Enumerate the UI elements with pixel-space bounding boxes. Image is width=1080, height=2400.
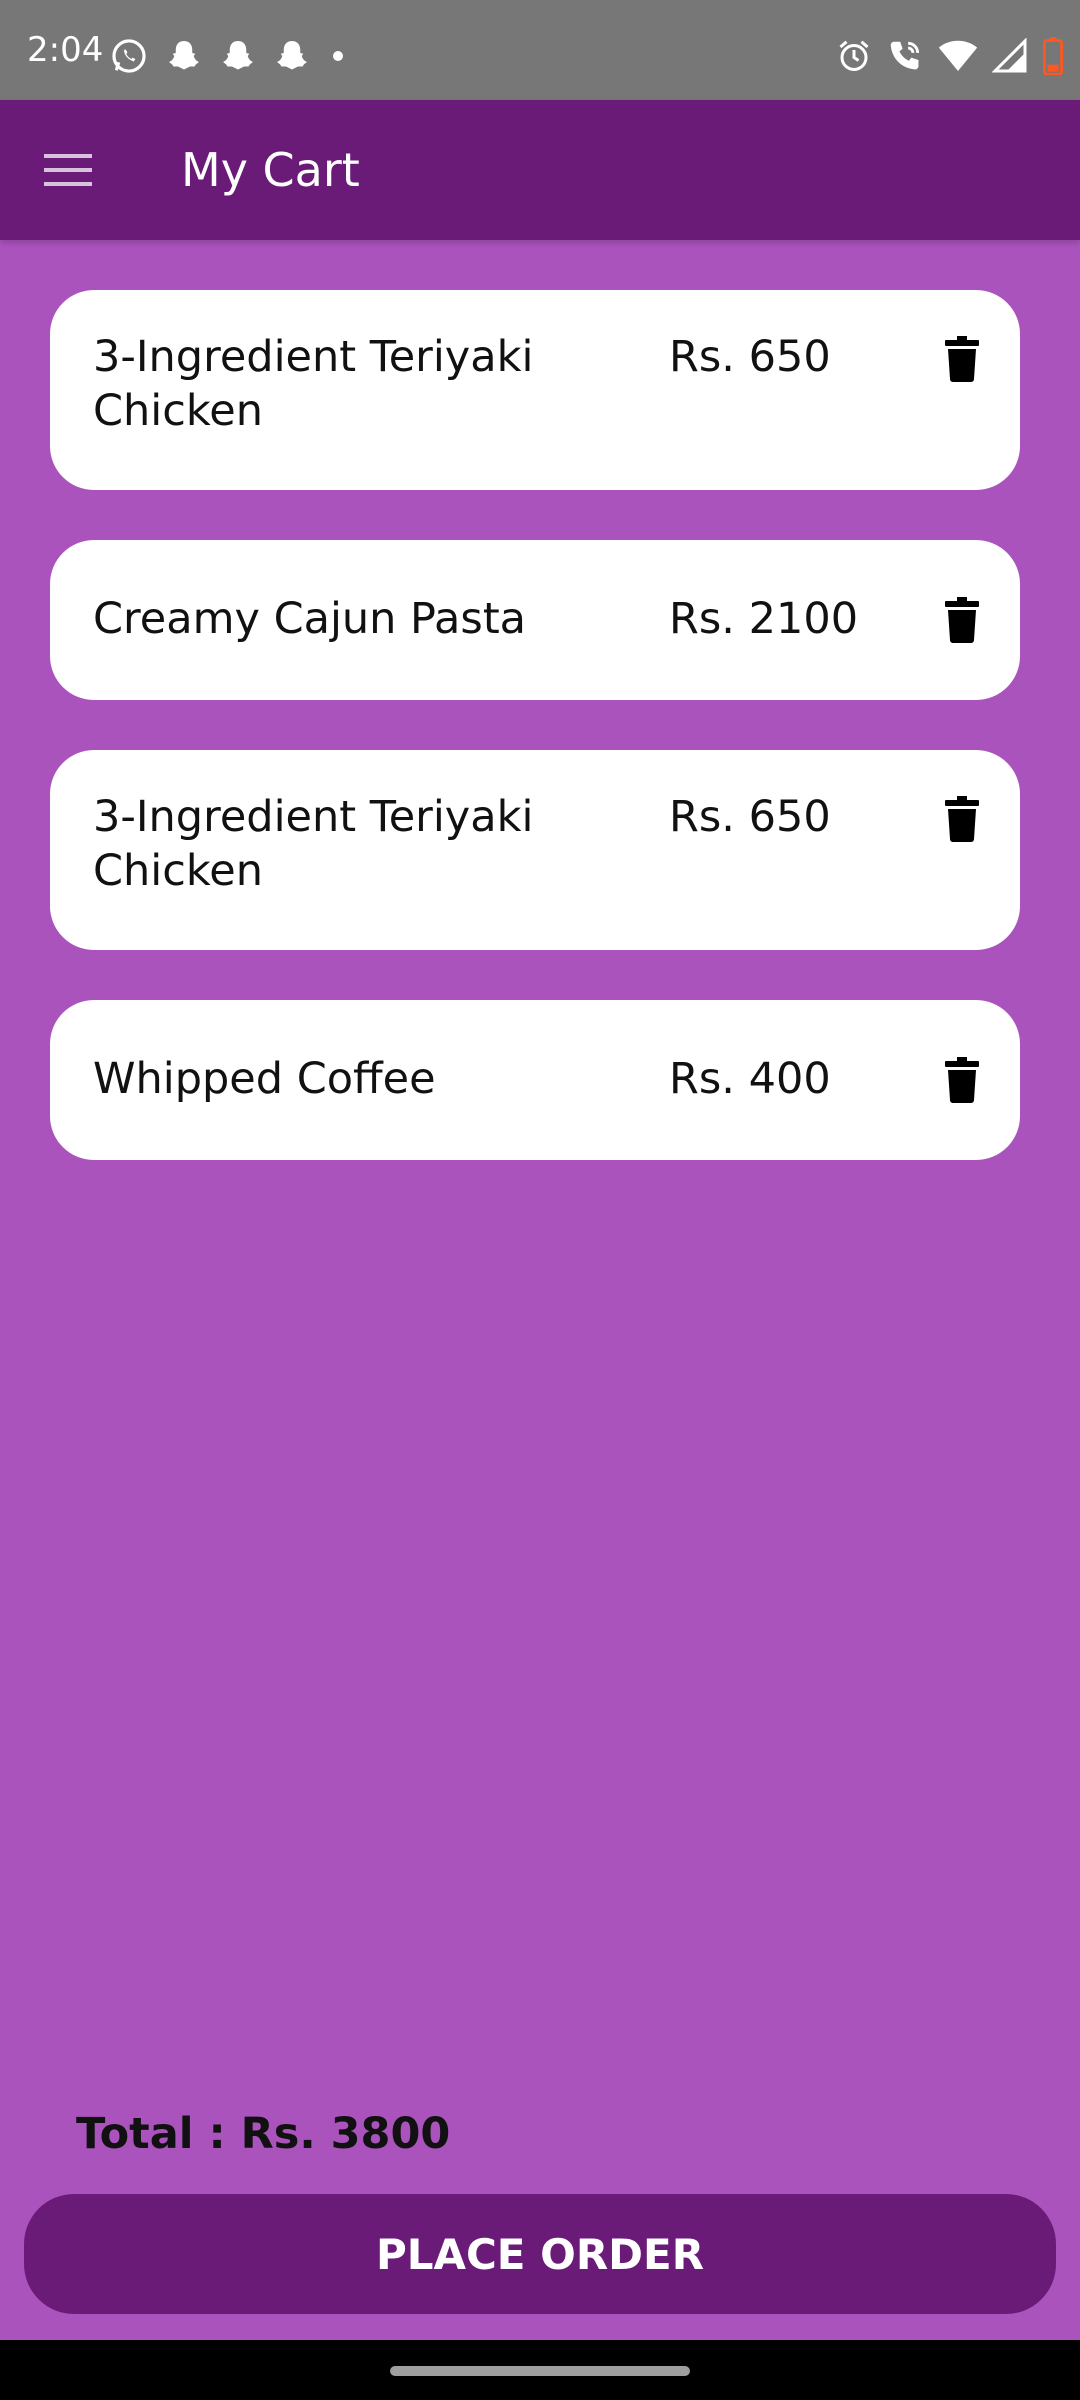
status-bar: 2:04	[0, 0, 1080, 100]
wifi-calling-icon	[886, 37, 924, 75]
page-title: My Cart	[181, 143, 360, 197]
trash-icon	[945, 597, 979, 643]
delete-item-button[interactable]	[930, 327, 994, 391]
place-order-button[interactable]: PLACE ORDER	[24, 2194, 1056, 2314]
battery-icon	[1042, 37, 1064, 75]
cart-item: 3-Ingredient Teriyaki Chicken Rs. 650	[50, 750, 1020, 950]
snapchat-icon	[274, 38, 310, 74]
wifi-icon	[938, 38, 978, 74]
delete-item-button[interactable]	[930, 588, 994, 652]
item-price: Rs. 2100	[669, 594, 859, 644]
cart-item: 3-Ingredient Teriyaki Chicken Rs. 650	[50, 290, 1020, 490]
status-time: 2:04	[27, 30, 104, 70]
system-icons	[836, 36, 1064, 76]
notification-icons	[110, 36, 348, 76]
snapchat-icon	[220, 38, 256, 74]
item-price: Rs. 400	[669, 1054, 831, 1104]
snapchat-icon	[166, 38, 202, 74]
item-name: 3-Ingredient Teriyaki Chicken	[93, 332, 534, 436]
cart-list: 3-Ingredient Teriyaki Chicken Rs. 650 Cr…	[50, 290, 1020, 1210]
item-name: Whipped Coffee	[93, 1054, 436, 1104]
home-indicator[interactable]	[390, 2366, 690, 2376]
delete-item-button[interactable]	[930, 787, 994, 851]
item-price: Rs. 650	[669, 792, 831, 842]
order-total: Total : Rs. 3800	[76, 2109, 451, 2159]
hamburger-menu-icon	[44, 154, 92, 186]
item-price: Rs. 650	[669, 332, 831, 382]
signal-icon	[992, 38, 1028, 74]
cart-item: Whipped Coffee Rs. 400	[50, 1000, 1020, 1160]
item-name: Creamy Cajun Pasta	[93, 594, 527, 644]
menu-button[interactable]	[28, 130, 108, 210]
item-name: 3-Ingredient Teriyaki Chicken	[93, 792, 534, 896]
alarm-icon	[836, 38, 872, 74]
whatsapp-icon	[110, 37, 148, 75]
trash-icon	[945, 796, 979, 842]
app-bar: My Cart	[0, 100, 1080, 240]
cart-item: Creamy Cajun Pasta Rs. 2100	[50, 540, 1020, 700]
trash-icon	[945, 336, 979, 382]
navigation-bar	[0, 2340, 1080, 2400]
delete-item-button[interactable]	[930, 1048, 994, 1112]
trash-icon	[945, 1057, 979, 1103]
dot-icon	[328, 46, 348, 66]
